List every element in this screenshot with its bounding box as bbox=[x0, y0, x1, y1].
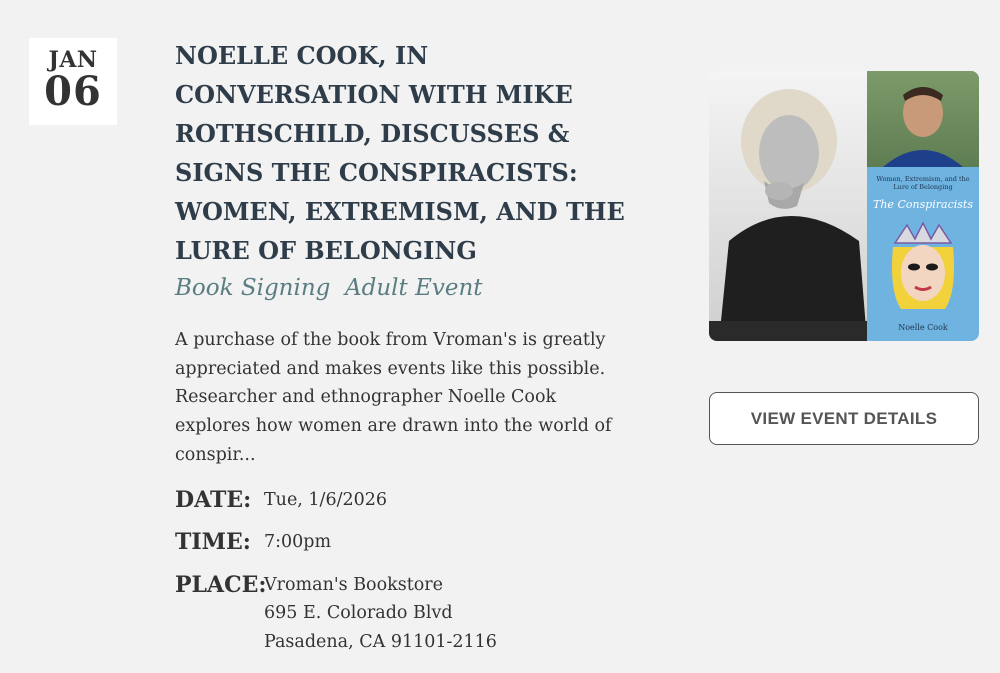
author-photo bbox=[709, 71, 867, 341]
date-value: Tue, 1/6/2026 bbox=[264, 489, 388, 510]
time-label: TIME: bbox=[175, 529, 251, 556]
event-image[interactable]: Women, Extremism, and the Lure of Belong… bbox=[709, 71, 979, 341]
cover-author-photo bbox=[867, 71, 979, 167]
time-value: 7:00pm bbox=[264, 532, 332, 553]
cover-title: The Conspiracists bbox=[873, 198, 973, 211]
place-row: PLACE: Vroman's Bookstore 695 E. Colorad… bbox=[175, 571, 645, 657]
date-day: 06 bbox=[44, 68, 102, 115]
place-line-city: Pasadena, CA 91101-2116 bbox=[264, 631, 497, 652]
place-line-street: 695 E. Colorado Blvd bbox=[264, 603, 453, 624]
event-title[interactable]: NOELLE COOK, IN CONVERSATION WITH MIKE R… bbox=[175, 36, 645, 270]
time-row: TIME: 7:00pm bbox=[175, 528, 645, 557]
author-photo-illustration bbox=[709, 89, 867, 341]
place-line-venue: Vroman's Bookstore bbox=[264, 574, 443, 595]
view-event-details-button[interactable]: VIEW EVENT DETAILS bbox=[709, 392, 979, 445]
date-badge: JAN 06 bbox=[29, 38, 117, 125]
cover-author: Noelle Cook bbox=[898, 323, 948, 332]
cover-mask-illustration bbox=[892, 221, 954, 309]
date-label: DATE: bbox=[175, 486, 252, 513]
place-value: Vroman's Bookstore 695 E. Colorado Blvd … bbox=[264, 571, 497, 657]
cover-photo-illustration bbox=[883, 87, 963, 167]
place-label: PLACE: bbox=[175, 571, 267, 598]
event-content: NOELLE COOK, IN CONVERSATION WITH MIKE R… bbox=[175, 36, 645, 670]
date-row: DATE: Tue, 1/6/2026 bbox=[175, 486, 645, 515]
event-tags: Book Signing Adult Event bbox=[175, 275, 483, 301]
book-cover: Women, Extremism, and the Lure of Belong… bbox=[867, 71, 979, 341]
cover-subtitle: Women, Extremism, and the Lure of Belong… bbox=[876, 175, 970, 191]
event-description: A purchase of the book from Vroman's is … bbox=[175, 330, 612, 465]
event-details: DATE: Tue, 1/6/2026 TIME: 7:00pm PLACE: … bbox=[175, 486, 645, 657]
